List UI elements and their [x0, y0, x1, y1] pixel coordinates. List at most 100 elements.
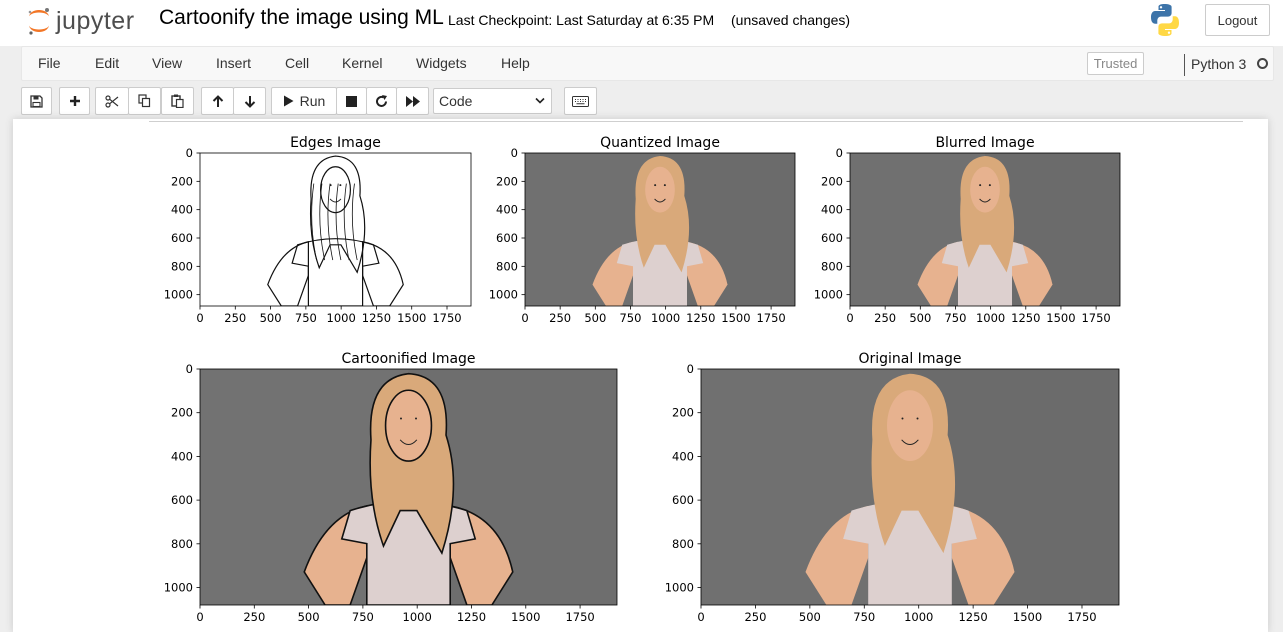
- menu-insert[interactable]: Insert: [216, 55, 251, 71]
- run-label: Run: [299, 93, 326, 109]
- subplot: Blurred Image 0 250 500 750 1000 1250 1500 1750 0…: [814, 135, 1121, 325]
- fast-forward-icon: [405, 95, 420, 107]
- scissors-icon: [105, 94, 119, 108]
- keyboard-icon: [572, 95, 589, 107]
- y-tick-label: 0: [511, 146, 518, 160]
- subplot: Quantized Image 0 250 500 750 1000 1250 1500 175…: [489, 135, 796, 325]
- y-tick-label: 0: [687, 362, 694, 376]
- y-tick-label: 600: [171, 231, 193, 245]
- x-tick-label: 0: [196, 311, 203, 325]
- kernel-name[interactable]: Python 3: [1191, 56, 1246, 72]
- copy-button[interactable]: [128, 87, 161, 115]
- interrupt-button[interactable]: [336, 87, 367, 115]
- run-button[interactable]: Run: [271, 87, 337, 115]
- trusted-indicator[interactable]: Trusted: [1087, 52, 1144, 75]
- right-eye: [988, 184, 991, 187]
- x-tick-label: 1000: [403, 610, 432, 624]
- notebook-container: Edges Image 0 250 500 750 1000 1250 1500 1750 0 20…: [13, 119, 1268, 632]
- save-button[interactable]: [21, 87, 52, 115]
- kernel-separator: [1184, 54, 1185, 76]
- subplot-image: [200, 369, 617, 605]
- menu-help[interactable]: Help: [501, 55, 530, 71]
- x-tick-label: 250: [243, 610, 265, 624]
- subplot: Original Image 0 250 500 750 1000 1250 1500 1750…: [665, 351, 1120, 624]
- x-tick-label: 1500: [397, 311, 426, 325]
- x-tick-label: 1500: [1013, 610, 1042, 624]
- x-tick-label: 0: [697, 610, 704, 624]
- subplot-image: [200, 153, 471, 306]
- subplot-title: Blurred Image: [935, 135, 1034, 151]
- menu-kernel[interactable]: Kernel: [342, 55, 382, 71]
- x-tick-label: 1750: [432, 311, 461, 325]
- move-down-button[interactable]: [233, 87, 266, 115]
- y-tick-label: 200: [171, 406, 193, 420]
- y-tick-label: 1000: [665, 581, 694, 595]
- notebook-title[interactable]: Cartoonify the image using ML: [159, 6, 444, 30]
- toolbar: Run Code: [21, 87, 1274, 117]
- y-tick-label: 0: [836, 146, 843, 160]
- y-tick-label: 200: [171, 174, 193, 188]
- notebook-header: jupyter Cartoonify the image using ML La…: [0, 0, 1283, 46]
- subplot-image: [850, 153, 1120, 306]
- subplot-title: Cartoonified Image: [341, 351, 475, 367]
- plus-icon: [69, 96, 80, 106]
- copy-icon: [138, 94, 151, 108]
- arrow-up-icon: [212, 94, 223, 107]
- x-tick-label: 500: [799, 610, 821, 624]
- y-tick-label: 0: [186, 146, 193, 160]
- y-tick-label: 1000: [164, 581, 193, 595]
- y-tick-label: 1000: [164, 288, 193, 302]
- subplot-title: Edges Image: [290, 135, 381, 151]
- menu-view[interactable]: View: [152, 55, 182, 71]
- jupyter-logo-icon: [28, 8, 49, 35]
- right-eye: [916, 417, 919, 420]
- menu-file[interactable]: File: [38, 55, 61, 71]
- x-tick-label: 750: [619, 311, 641, 325]
- subplot-title: Original Image: [858, 351, 961, 367]
- y-tick-label: 1000: [814, 288, 843, 302]
- restart-button[interactable]: [366, 87, 397, 115]
- x-tick-label: 1000: [651, 311, 680, 325]
- x-tick-label: 250: [224, 311, 246, 325]
- menu-cell[interactable]: Cell: [285, 55, 309, 71]
- x-tick-label: 250: [744, 610, 766, 624]
- left-eye: [654, 184, 657, 187]
- y-tick-label: 400: [171, 203, 193, 217]
- command-palette-button[interactable]: [564, 87, 597, 115]
- menu-edit[interactable]: Edit: [95, 55, 119, 71]
- x-tick-label: 1500: [511, 610, 540, 624]
- python-logo-icon: [1151, 4, 1179, 36]
- cell-type-select[interactable]: Code: [433, 88, 552, 114]
- insert-cell-button[interactable]: [59, 87, 90, 115]
- x-tick-label: 500: [909, 311, 931, 325]
- left-eye: [901, 417, 904, 420]
- move-up-button[interactable]: [201, 87, 234, 115]
- x-tick-label: 750: [853, 610, 875, 624]
- y-tick-label: 800: [171, 259, 193, 273]
- x-tick-label: 1000: [327, 311, 356, 325]
- checkpoint-status: Last Checkpoint: Last Saturday at 6:35 P…: [448, 12, 715, 28]
- jupyter-logo[interactable]: jupyter: [26, 5, 135, 37]
- restart-run-all-button[interactable]: [396, 87, 429, 115]
- x-tick-label: 0: [521, 311, 528, 325]
- x-tick-label: 750: [944, 311, 966, 325]
- logo-text: jupyter: [56, 6, 135, 35]
- x-tick-label: 750: [352, 610, 374, 624]
- y-tick-label: 1000: [489, 288, 518, 302]
- paste-button[interactable]: [161, 87, 194, 115]
- face: [645, 166, 675, 213]
- x-tick-label: 1750: [1067, 610, 1096, 624]
- stop-icon: [346, 95, 357, 107]
- x-tick-label: 1000: [976, 311, 1005, 325]
- y-tick-label: 800: [821, 259, 843, 273]
- subplot-image: [525, 153, 795, 306]
- menubar: File Edit View Insert Cell Kernel Widget…: [21, 46, 1274, 81]
- menu-widgets[interactable]: Widgets: [416, 55, 467, 71]
- x-tick-label: 1250: [958, 610, 987, 624]
- cut-button[interactable]: [95, 87, 129, 115]
- y-tick-label: 600: [821, 231, 843, 245]
- logout-button[interactable]: Logout: [1205, 4, 1270, 36]
- x-tick-label: 250: [874, 311, 896, 325]
- y-tick-label: 400: [821, 203, 843, 217]
- left-eye: [399, 417, 402, 420]
